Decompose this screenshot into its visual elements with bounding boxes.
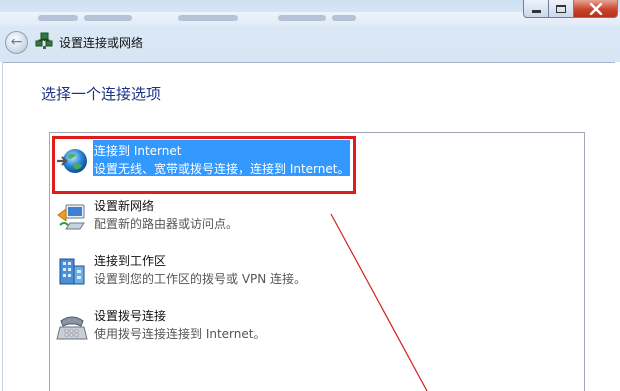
option-title: 连接到工作区 [94, 254, 167, 268]
option-title: 设置拨号连接 [94, 309, 167, 323]
back-arrow-icon: ← [10, 34, 23, 50]
option-description: 使用拨号连接连接到 Internet。 [94, 327, 266, 341]
workplace-building-icon [59, 258, 85, 285]
option-connect-internet[interactable]: 连接到 Internet 设置无线、宽带或拨号连接，连接到 Internet。 [56, 138, 576, 186]
option-description: 设置无线、宽带或拨号连接，连接到 Internet。 [94, 162, 350, 176]
page-heading: 选择一个连接选项 [41, 85, 162, 103]
blurred-text [332, 15, 356, 21]
blurred-text [278, 15, 326, 21]
content-pane: 选择一个连接选项 连接到 Internet 设置无线、宽带或拨号连接，连接到 I… [2, 62, 615, 391]
dialup-phone-icon [56, 316, 88, 340]
blurred-text [84, 15, 132, 21]
back-button[interactable]: ← [5, 31, 28, 54]
router-network-icon [57, 204, 85, 230]
option-dialup[interactable]: 设置拨号连接 使用拨号连接连接到 Internet。 [56, 303, 576, 351]
option-title: 连接到 Internet [94, 144, 182, 158]
window-title: 设置连接或网络 [59, 36, 144, 50]
option-description: 配置新的路由器或访问点。 [94, 217, 239, 231]
close-button[interactable] [574, 0, 618, 18]
blurred-text [38, 15, 78, 21]
title-bar: ← 设置连接或网络 [0, 0, 620, 62]
option-title: 设置新网络 [94, 199, 155, 213]
option-new-network[interactable]: 设置新网络 配置新的路由器或访问点。 [56, 193, 576, 241]
option-connect-workplace[interactable]: 连接到工作区 设置到您的工作区的拨号或 VPN 连接。 [56, 248, 576, 296]
close-icon [589, 2, 602, 15]
minimize-icon [531, 10, 541, 13]
minimize-button[interactable] [523, 0, 549, 18]
globe-internet-icon [57, 149, 87, 173]
connection-options-list: 连接到 Internet 设置无线、宽带或拨号连接，连接到 Internet。 … [49, 132, 585, 391]
option-description: 设置到您的工作区的拨号或 VPN 连接。 [94, 272, 307, 286]
network-wizard-icon [35, 32, 53, 49]
maximize-button[interactable] [549, 0, 574, 18]
window-controls [523, 0, 618, 18]
blurred-text [178, 15, 238, 21]
maximize-icon [556, 4, 566, 13]
